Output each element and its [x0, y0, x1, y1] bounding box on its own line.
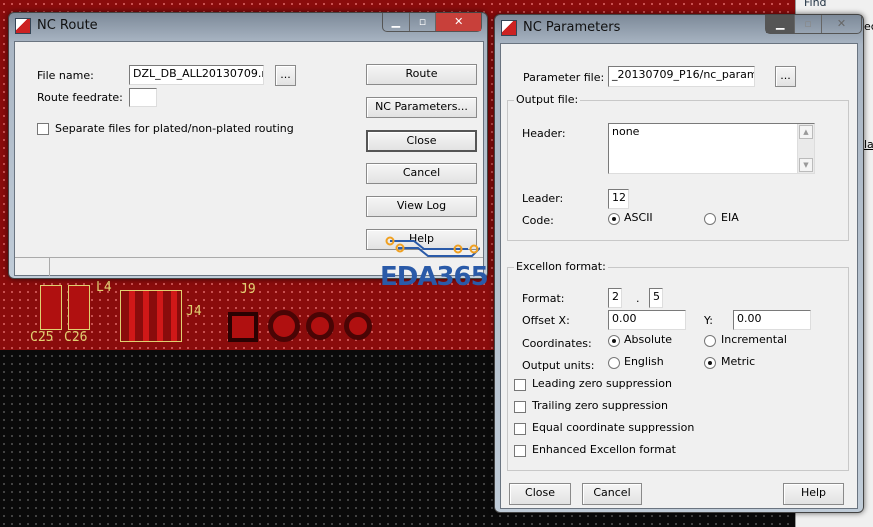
format-integer-input[interactable]: 2: [608, 288, 622, 308]
help-button[interactable]: Help: [783, 483, 844, 505]
close-button[interactable]: Close: [366, 130, 477, 152]
enhanced-excellon-label: Enhanced Excellon format: [532, 443, 676, 456]
window-title: NC Parameters: [523, 20, 621, 35]
format-decimal-input[interactable]: 5: [649, 288, 663, 308]
offset-y-input[interactable]: 0.00: [733, 310, 811, 330]
cancel-button[interactable]: Cancel: [582, 483, 642, 505]
minimize-button[interactable]: ▁: [383, 13, 410, 31]
file-name-input[interactable]: DZL_DB_ALL20130709.ro: [129, 65, 264, 85]
scroll-down-icon[interactable]: ▼: [799, 158, 813, 172]
metric-radio[interactable]: [704, 357, 716, 369]
nc-parameters-button[interactable]: NC Parameters...: [366, 97, 477, 118]
maximize-button[interactable]: ▫: [410, 13, 437, 31]
pcb-cap: [40, 285, 62, 330]
parameter-file-input[interactable]: _20130709_P16/nc_param.txt: [608, 66, 755, 87]
header-text: none: [612, 125, 640, 138]
header-label: Header:: [522, 127, 566, 140]
trailing-zero-checkbox[interactable]: [514, 401, 526, 413]
panel-text: ec: [864, 20, 873, 33]
status-divider: [49, 258, 50, 276]
format-separator: .: [636, 292, 640, 305]
route-button[interactable]: Route: [366, 64, 477, 85]
nc-parameters-window: NC Parameters ▁ ▫ ✕ Parameter file: _201…: [494, 14, 864, 513]
leader-label: Leader:: [522, 192, 564, 205]
english-radio[interactable]: [608, 357, 620, 369]
nc-parameters-client: Parameter file: _20130709_P16/nc_param.t…: [500, 43, 858, 509]
group-label: Excellon format:: [514, 260, 608, 273]
pcb-pad: [306, 312, 334, 340]
pcb-pad: [344, 312, 372, 340]
equal-coordinate-checkbox[interactable]: [514, 423, 526, 435]
header-scrollbar[interactable]: ▲ ▼: [797, 124, 814, 173]
output-file-group: Output file: Header: none ▲ ▼ Leader: 12…: [507, 93, 849, 241]
view-log-button[interactable]: View Log: [366, 196, 477, 217]
code-ascii-label: ASCII: [624, 211, 653, 224]
offset-x-input[interactable]: 0.00: [608, 310, 686, 330]
minimize-button[interactable]: ▁: [766, 15, 796, 33]
pcb-connector: [120, 290, 182, 342]
coordinates-label: Coordinates:: [522, 337, 592, 350]
close-window-button[interactable]: ✕: [822, 15, 861, 33]
offset-x-label: Offset X:: [522, 314, 570, 327]
feedrate-label: Route feedrate:: [37, 91, 123, 104]
pcb-pad: [228, 312, 258, 342]
app-icon: [15, 18, 31, 34]
file-name-label: File name:: [37, 69, 94, 82]
silk-label: L4: [96, 280, 112, 295]
offset-y-label: Y:: [704, 314, 713, 327]
window-title: NC Route: [37, 18, 98, 33]
close-window-button[interactable]: ✕: [436, 13, 481, 31]
separate-files-checkbox[interactable]: [37, 123, 49, 135]
code-ascii-radio[interactable]: [608, 213, 620, 225]
absolute-radio[interactable]: [608, 335, 620, 347]
english-label: English: [624, 355, 664, 368]
leader-input[interactable]: 12: [608, 189, 629, 209]
eda365-watermark: EDA365: [380, 262, 489, 292]
code-label: Code:: [522, 214, 554, 227]
pcb-pad: [268, 310, 300, 342]
panel-link[interactable]: la: [864, 138, 873, 151]
silk-label: C25: [30, 330, 54, 345]
metric-label: Metric: [721, 355, 756, 368]
watermark-trace-icon: [385, 236, 480, 257]
separate-files-label: Separate files for plated/non-plated rou…: [55, 122, 294, 135]
code-eia-label: EIA: [721, 211, 739, 224]
trailing-zero-label: Trailing zero suppression: [532, 399, 668, 412]
header-textarea[interactable]: none ▲ ▼: [608, 123, 815, 174]
pcb-cap: [68, 285, 90, 330]
app-icon: [501, 20, 517, 36]
scroll-up-icon[interactable]: ▲: [799, 125, 813, 139]
browse-button[interactable]: ...: [775, 66, 796, 87]
browse-button[interactable]: ...: [275, 65, 296, 86]
equal-coordinate-label: Equal coordinate suppression: [532, 421, 695, 434]
output-units-label: Output units:: [522, 359, 595, 372]
enhanced-excellon-checkbox[interactable]: [514, 445, 526, 457]
format-label: Format:: [522, 292, 565, 305]
cancel-button[interactable]: Cancel: [366, 163, 477, 184]
silk-label: C26: [64, 330, 88, 345]
incremental-label: Incremental: [721, 333, 787, 346]
close-button[interactable]: Close: [509, 483, 571, 505]
maximize-button[interactable]: ▫: [795, 15, 822, 33]
absolute-label: Absolute: [624, 333, 673, 346]
leading-zero-checkbox[interactable]: [514, 379, 526, 391]
silk-label: J4: [186, 304, 202, 319]
find-tab[interactable]: Find: [804, 0, 827, 9]
group-label: Output file:: [514, 93, 581, 106]
excellon-format-group: Excellon format: Format: 2 . 5 Offset X:…: [507, 260, 849, 471]
parameter-file-label: Parameter file:: [523, 71, 605, 84]
feedrate-input[interactable]: [129, 88, 157, 107]
code-eia-radio[interactable]: [704, 213, 716, 225]
incremental-radio[interactable]: [704, 335, 716, 347]
leading-zero-label: Leading zero suppression: [532, 377, 672, 390]
silk-label: J9: [240, 282, 256, 297]
